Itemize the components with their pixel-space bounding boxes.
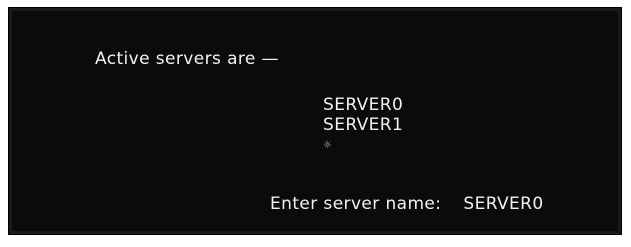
terminal-screen: Active servers are — SERVER0 SERVER1 ☼ E… bbox=[8, 7, 622, 235]
server-name-label: Enter server name: bbox=[270, 194, 442, 214]
terminal-frame: Active servers are — SERVER0 SERVER1 ☼ E… bbox=[0, 0, 631, 247]
server-list-item: SERVER1 bbox=[323, 115, 404, 135]
active-servers-heading: Active servers are — bbox=[95, 49, 279, 69]
cursor-icon: ☼ bbox=[323, 140, 332, 151]
server-list: SERVER0 SERVER1 bbox=[323, 95, 403, 135]
server-name-prompt: Enter server name: SERVER0 bbox=[270, 194, 573, 214]
server-name-input[interactable]: SERVER0 bbox=[463, 194, 573, 214]
server-list-item: SERVER0 bbox=[323, 95, 404, 115]
